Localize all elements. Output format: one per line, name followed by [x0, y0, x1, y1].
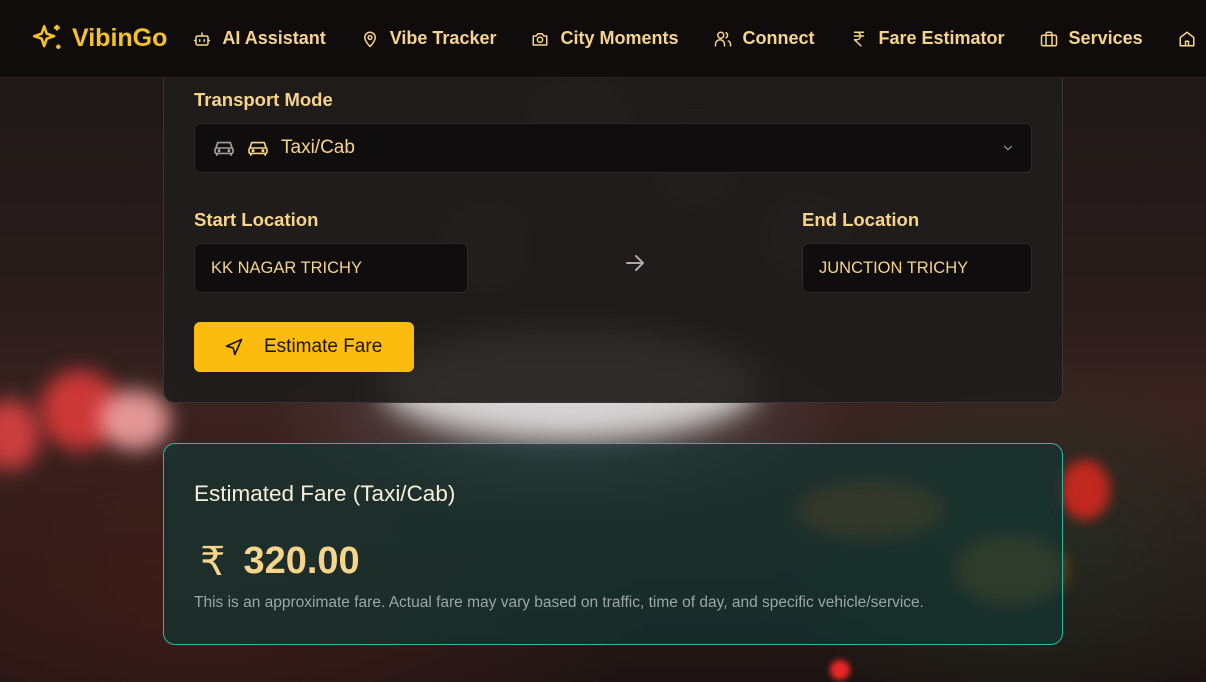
estimated-fare-card: Estimated Fare (Taxi/Cab) ₹ 320.00 This …	[163, 443, 1063, 645]
result-title: Estimated Fare (Taxi/Cab)	[194, 481, 456, 506]
start-location-value: KK NAGAR TRICHY	[211, 258, 362, 277]
nav-city-moments-label: City Moments	[560, 28, 679, 48]
brand[interactable]: VibinGo	[30, 22, 167, 56]
taxi-icon	[248, 141, 268, 157]
transport-mode-label: Transport Mode	[194, 89, 333, 110]
nav-fare-estimator[interactable]: Fare Estimator	[850, 28, 1005, 49]
brand-name: VibinGo	[72, 24, 168, 52]
nav-services[interactable]: Services	[1040, 28, 1143, 49]
end-location-value: JUNCTION TRICHY	[819, 258, 969, 277]
estimate-fare-button[interactable]: Estimate Fare	[194, 322, 414, 372]
end-location-label: End Location	[802, 209, 920, 230]
fare-disclaimer: This is an approximate fare. Actual fare…	[194, 594, 924, 611]
nav-city-moments[interactable]: City Moments	[531, 28, 679, 49]
start-location-label: Start Location	[194, 209, 319, 230]
estimate-fare-label: Estimate Fare	[264, 336, 383, 357]
sparkles-icon	[32, 24, 61, 49]
transport-mode-select[interactable]: Taxi/Cab	[194, 123, 1032, 173]
chevron-down-icon	[1003, 145, 1013, 151]
rupee-icon	[853, 31, 864, 46]
nav-vibe-tracker[interactable]: Vibe Tracker	[361, 28, 497, 49]
nav-services-label: Services	[1068, 28, 1143, 48]
start-location-input[interactable]: KK NAGAR TRICHY	[194, 243, 468, 293]
nav-fare-estimator-label: Fare Estimator	[878, 28, 1005, 48]
briefcase-icon	[1040, 31, 1057, 46]
camera-icon	[532, 32, 548, 46]
bot-icon	[194, 31, 211, 46]
map-pin-icon	[363, 31, 376, 47]
end-location-input[interactable]: JUNCTION TRICHY	[802, 243, 1032, 293]
fare-form-card: Transport Mode Taxi/Cab Start Location K…	[163, 60, 1063, 403]
nav-connect-label: Connect	[742, 28, 815, 48]
transport-mode-value: Taxi/Cab	[281, 137, 355, 158]
fare-row: ₹ 320.00	[200, 540, 360, 583]
nav-ai-assistant-label: AI Assistant	[222, 28, 326, 48]
fare-amount: 320.00	[243, 540, 360, 582]
rupee-symbol: ₹	[200, 538, 226, 585]
nav-vibe-tracker-label: Vibe Tracker	[389, 28, 497, 48]
navigation-icon	[225, 338, 243, 356]
car-outline-icon	[214, 141, 234, 157]
home-icon	[1179, 31, 1195, 46]
nav-pg[interactable]: PG	[1178, 28, 1206, 49]
top-navbar: VibinGo AI Assistant Vibe Tracker City M…	[0, 0, 1206, 78]
nav-connect[interactable]: Connect	[714, 28, 815, 49]
users-icon	[714, 31, 731, 46]
arrow-right-icon	[626, 255, 644, 271]
nav-ai-assistant[interactable]: AI Assistant	[193, 28, 326, 49]
